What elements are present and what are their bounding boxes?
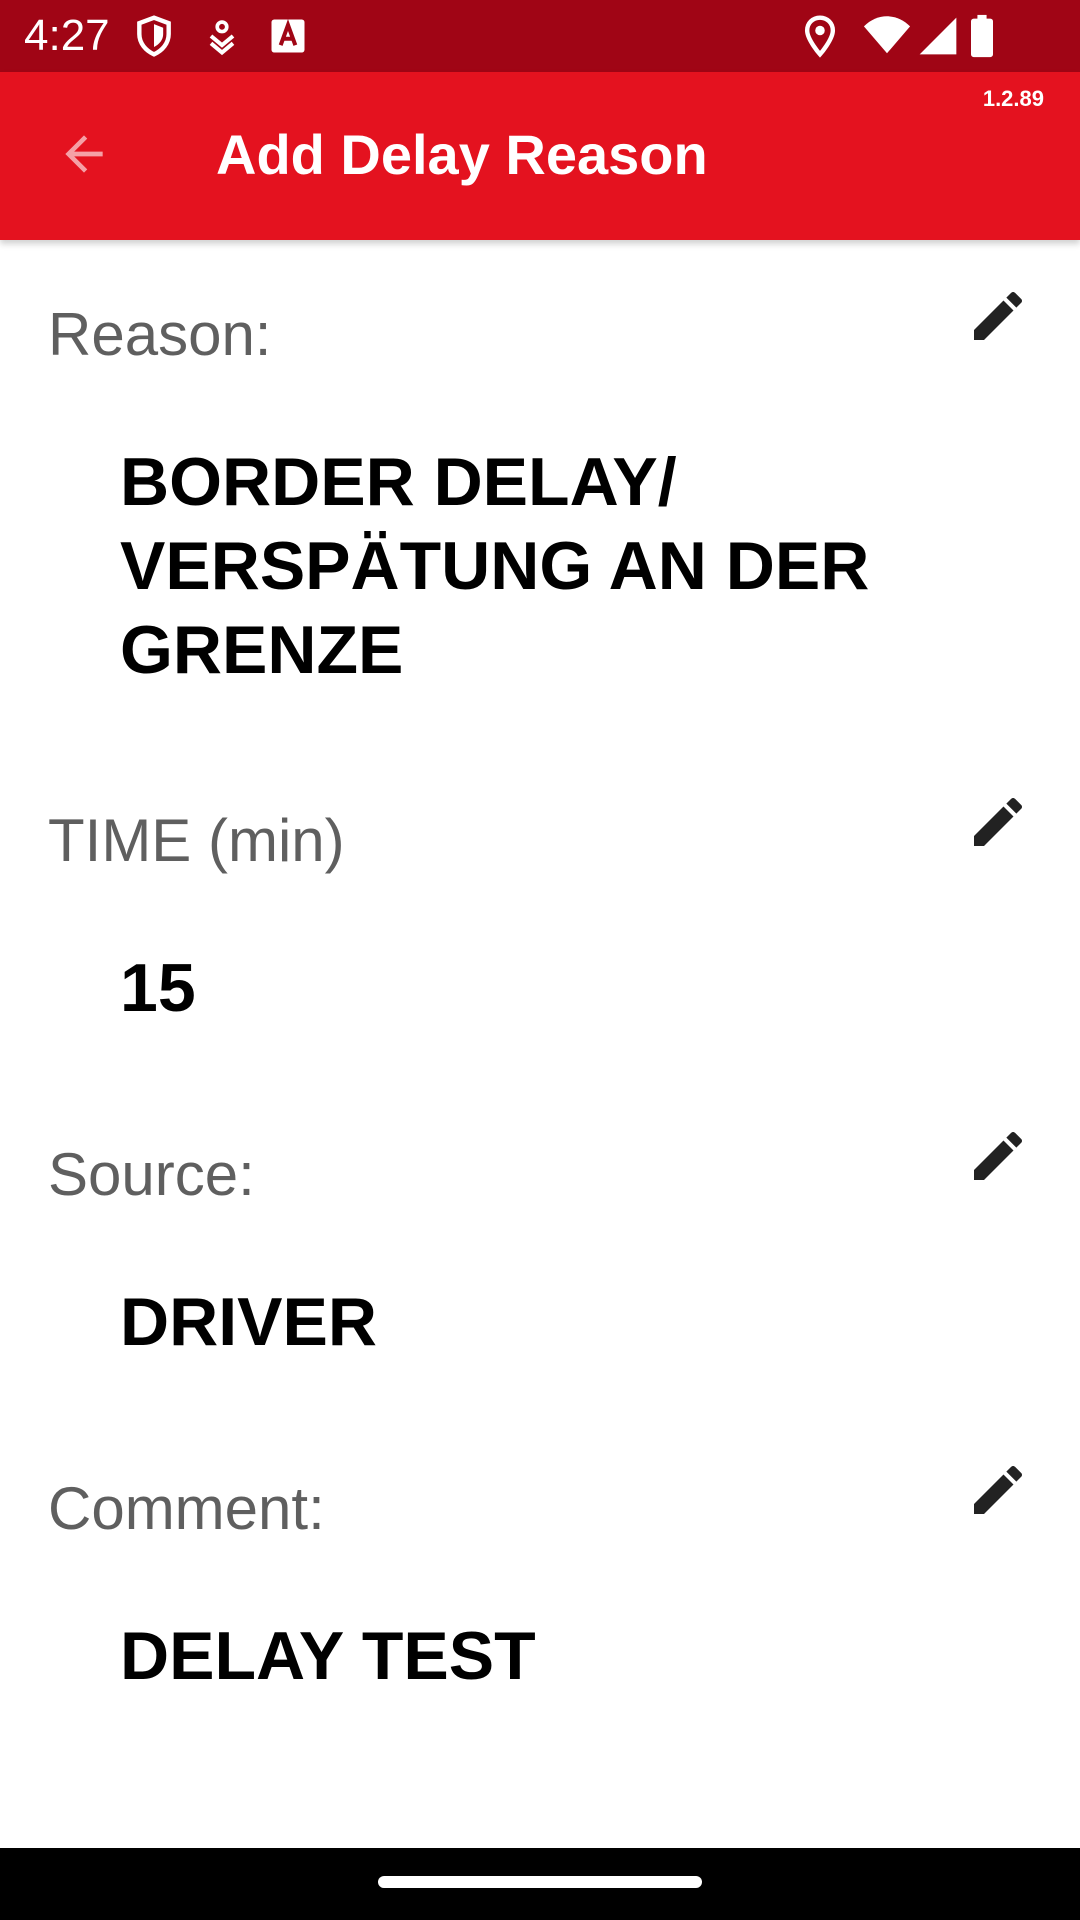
- source-label: Source:: [48, 1141, 255, 1208]
- edit-source-button[interactable]: [958, 1118, 1038, 1198]
- status-bar: 4:27: [0, 0, 1080, 72]
- wifi-icon: [862, 14, 912, 58]
- pencil-icon: [966, 790, 1030, 859]
- app-version: 1.2.89: [982, 86, 1044, 111]
- page-title: Add Delay Reason: [216, 123, 708, 186]
- time-value: 15: [120, 950, 196, 1026]
- pencil-icon: [966, 1124, 1030, 1193]
- edit-time-button[interactable]: [958, 784, 1038, 864]
- edit-comment-button[interactable]: [958, 1452, 1038, 1532]
- location-icon: [798, 14, 842, 58]
- signal-icon: [916, 14, 960, 58]
- font-a-icon: [266, 14, 310, 58]
- reason-value: BORDER DELAY/ VERSPÄTUNG AN DER GRENZE: [120, 444, 870, 688]
- pencil-icon: [966, 284, 1030, 353]
- comment-value: DELAY TEST: [120, 1618, 536, 1694]
- pencil-icon: [966, 1458, 1030, 1527]
- navigation-bar: [0, 1848, 1080, 1920]
- arrow-back-icon: [56, 126, 112, 187]
- app-bar: Add Delay Reason 1.2.89: [0, 72, 1080, 240]
- time-label: TIME (min): [48, 807, 345, 874]
- source-value: DRIVER: [120, 1284, 377, 1360]
- back-button[interactable]: [36, 108, 132, 204]
- home-gesture-handle[interactable]: [378, 1876, 702, 1888]
- screen: 4:27 Add Delay Reason 1.2.89 Reason: BOR…: [0, 0, 1080, 1920]
- download-icon: [200, 14, 244, 58]
- comment-label: Comment:: [48, 1475, 325, 1542]
- battery-icon: [964, 14, 1000, 58]
- shield-icon: [132, 14, 176, 58]
- edit-reason-button[interactable]: [958, 278, 1038, 358]
- status-time: 4:27: [24, 11, 110, 60]
- reason-label: Reason:: [48, 301, 272, 368]
